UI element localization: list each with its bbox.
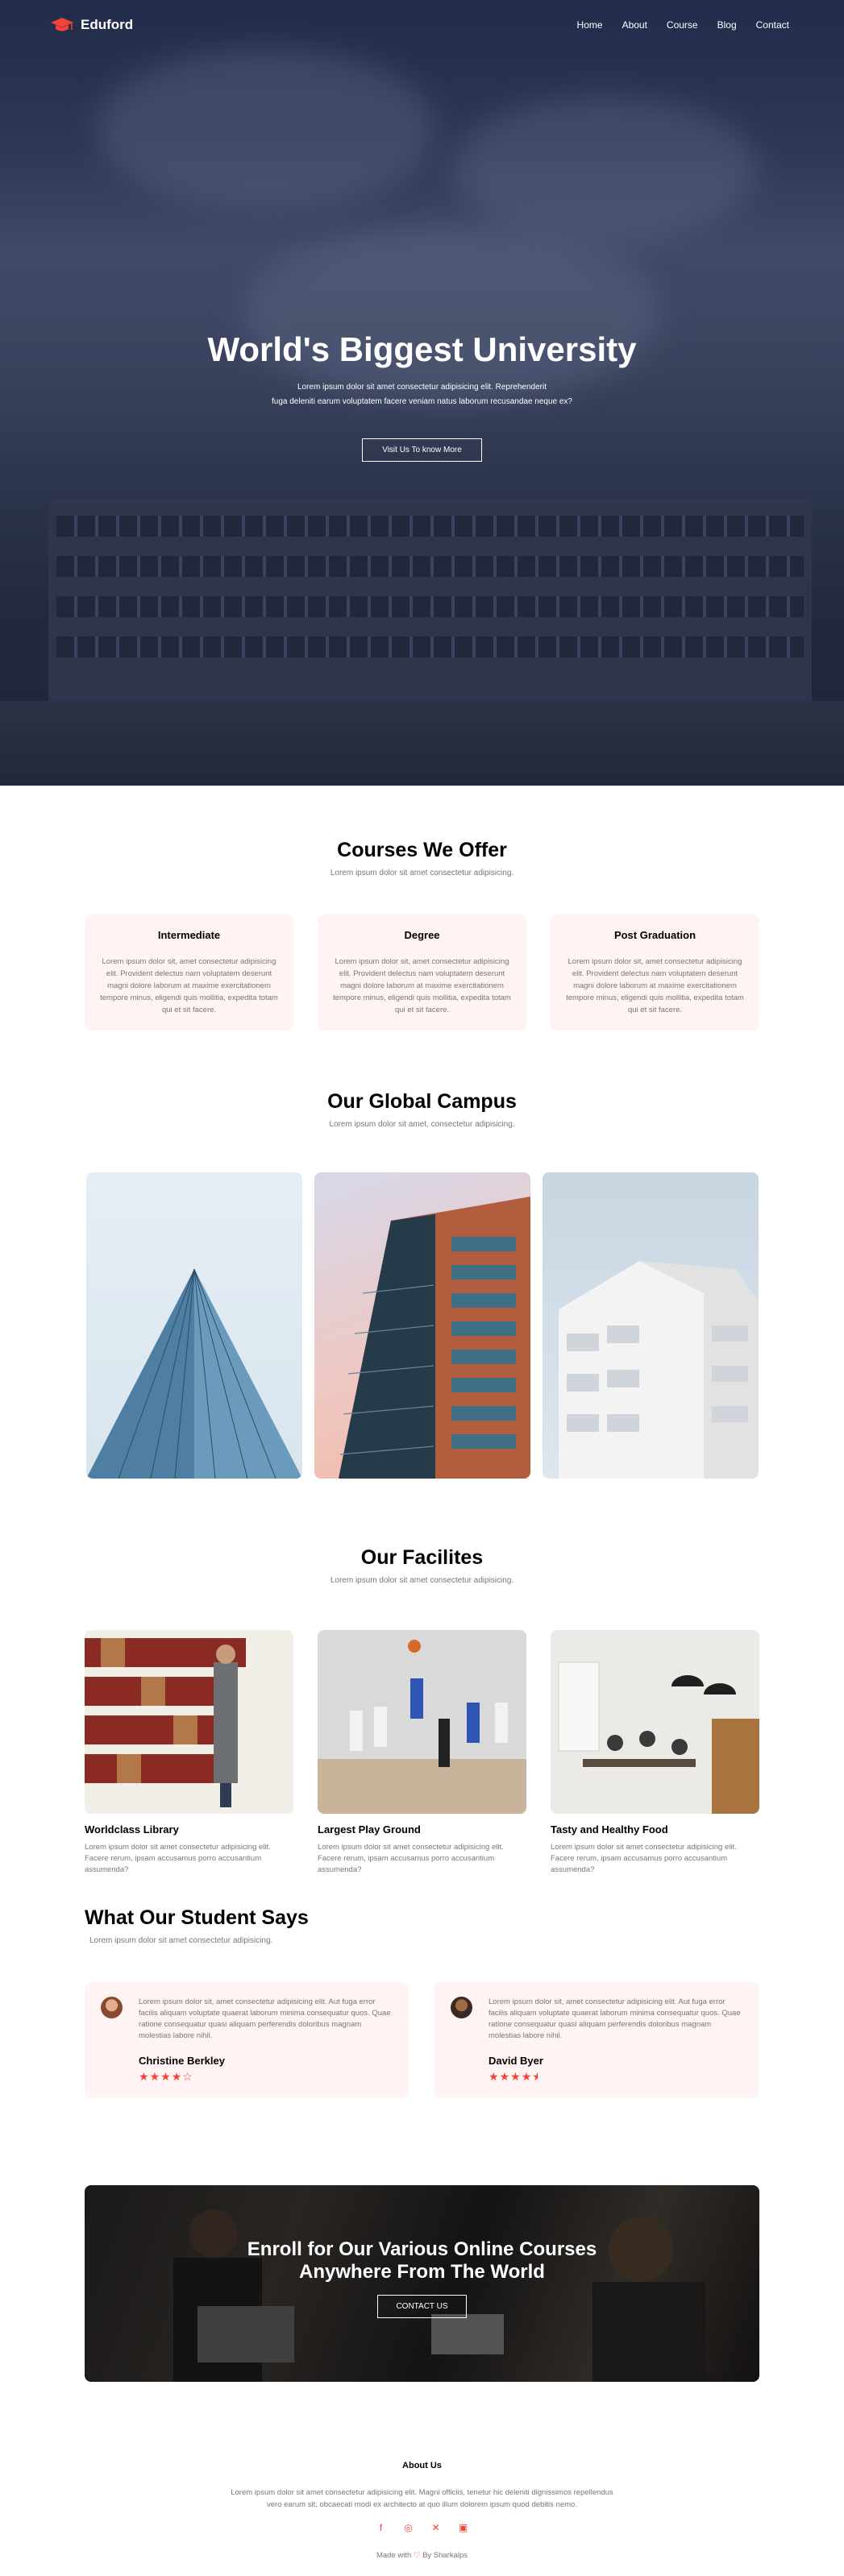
- hero-title: World's Biggest University: [207, 330, 637, 368]
- campus-title: Our Global Campus: [327, 1090, 517, 1113]
- testimonial-card: Lorem ipsum dolor sit, amet consectetur …: [85, 1982, 409, 2098]
- facility-text: Lorem ipsum dolor sit amet consectetur a…: [551, 1843, 737, 1874]
- courses-subtitle: Lorem ipsum dolor sit amet consectetur a…: [330, 869, 514, 877]
- nav-home[interactable]: Home: [577, 19, 603, 31]
- course-card-text: Lorem ipsum dolor sit, amet consectetur …: [566, 957, 744, 1014]
- footer: About Us Lorem ipsum dolor sit amet cons…: [0, 2382, 844, 2576]
- testimonial-name: Christine Berkley: [139, 2055, 225, 2067]
- course-card[interactable]: Degree Lorem ipsum dolor sit, amet conse…: [318, 915, 526, 1031]
- facilities-title: Our Facilites: [360, 1546, 484, 1569]
- cta-line-1: Enroll for Our Various Online Courses: [247, 2238, 597, 2260]
- campus-subtitle: Lorem ipsum dolor sit amet, consectetur …: [329, 1120, 515, 1129]
- hero: Eduford Home About Course Blog Contact W…: [0, 0, 844, 786]
- cta-line-2: Anywhere From The World: [299, 2261, 545, 2283]
- campus-image[interactable]: [542, 1172, 759, 1479]
- testimonial-text: Lorem ipsum dolor sit, amet consectetur …: [489, 1997, 741, 2040]
- facebook-icon[interactable]: f: [376, 2522, 387, 2533]
- star-half-icon: ★: [532, 2070, 538, 2084]
- testimonials-subtitle: Lorem ipsum dolor sit amet consectetur a…: [89, 1936, 273, 1945]
- facility-text: Lorem ipsum dolor sit amet consectetur a…: [85, 1843, 271, 1874]
- rating-stars: ★★★★☆: [139, 2070, 393, 2084]
- star-icon: ★: [499, 2070, 511, 2083]
- testimonial-text: Lorem ipsum dolor sit, amet consectetur …: [139, 1997, 391, 2040]
- footer-title: About Us: [402, 2461, 442, 2470]
- nav-contact[interactable]: Contact: [756, 19, 789, 31]
- star-icon: ★: [149, 2070, 161, 2083]
- star-icon: ★: [171, 2070, 183, 2083]
- testimonial-card: Lorem ipsum dolor sit, amet consectetur …: [434, 1982, 759, 2098]
- rating-stars: ★★★★★: [489, 2070, 742, 2084]
- campus-section: Our Global Campus Lorem ipsum dolor sit …: [0, 1031, 844, 1479]
- graduation-cap-icon: [50, 16, 74, 34]
- nav-blog[interactable]: Blog: [717, 19, 737, 31]
- hero-line-1: Lorem ipsum dolor sit amet consectetur a…: [297, 383, 547, 392]
- instagram-icon[interactable]: ◎: [403, 2522, 414, 2533]
- heart-icon: ♡: [413, 2551, 421, 2560]
- facility-title: Worldclass Library: [85, 1823, 179, 1836]
- hero-line-2: fuga deleniti earum voluptatem facere ve…: [271, 397, 572, 406]
- cta-banner: Enroll for Our Various Online Courses An…: [85, 2185, 759, 2382]
- made-prefix: Made with: [376, 2551, 412, 2560]
- course-card-text: Lorem ipsum dolor sit, amet consectetur …: [333, 957, 511, 1014]
- course-card-title: Intermediate: [157, 929, 221, 941]
- made-with-text: Made with ♡ By Sharkalps: [0, 2551, 844, 2560]
- star-icon: ★: [521, 2070, 533, 2083]
- course-card[interactable]: Post Graduation Lorem ipsum dolor sit, a…: [551, 915, 759, 1031]
- facility-title: Largest Play Ground: [318, 1823, 421, 1836]
- brand-name: Eduford: [81, 17, 134, 32]
- courses-title: Courses We Offer: [337, 839, 507, 861]
- course-card-title: Post Graduation: [613, 929, 696, 941]
- avatar: [451, 1997, 472, 2018]
- course-card[interactable]: Intermediate Lorem ipsum dolor sit, amet…: [85, 915, 293, 1031]
- testimonials-section: What Our Student Says Lorem ipsum dolor …: [0, 1876, 844, 2098]
- facilities-subtitle: Lorem ipsum dolor sit amet consectetur a…: [330, 1576, 514, 1585]
- star-icon: ★: [160, 2070, 172, 2083]
- cafeteria-photo: [551, 1630, 759, 1814]
- facility-card[interactable]: Worldclass Library Lorem ipsum dolor sit…: [85, 1630, 293, 1876]
- course-card-title: Degree: [404, 929, 440, 941]
- top-nav: Eduford Home About Course Blog Contact: [50, 16, 789, 34]
- footer-text-2: vero earum sit, obcaecati modi ex archit…: [267, 2500, 577, 2509]
- nav-course[interactable]: Course: [667, 19, 698, 31]
- x-icon[interactable]: ✕: [430, 2522, 442, 2533]
- playground-photo: [318, 1630, 526, 1814]
- star-outline-icon: ☆: [182, 2070, 193, 2083]
- campus-image[interactable]: [314, 1172, 530, 1479]
- logo[interactable]: Eduford: [50, 16, 133, 34]
- campus-image[interactable]: [85, 1172, 302, 1479]
- visit-us-button[interactable]: Visit Us To know More: [362, 438, 482, 462]
- facility-card[interactable]: Tasty and Healthy Food Lorem ipsum dolor…: [551, 1630, 759, 1876]
- facilities-section: Our Facilites Lorem ipsum dolor sit amet…: [0, 1479, 844, 1876]
- contact-us-button[interactable]: CONTACT US: [377, 2295, 467, 2318]
- avatar: [101, 1997, 123, 2018]
- footer-text-1: Lorem ipsum dolor sit amet consectetur a…: [231, 2488, 613, 2497]
- testimonials-title: What Our Student Says: [85, 1906, 309, 1929]
- star-icon: ★: [489, 2070, 500, 2083]
- facility-title: Tasty and Healthy Food: [551, 1823, 668, 1836]
- made-suffix: By Sharkalps: [422, 2551, 468, 2560]
- star-icon: ★: [510, 2070, 522, 2083]
- linkedin-icon[interactable]: ▣: [458, 2522, 469, 2533]
- facility-text: Lorem ipsum dolor sit amet consectetur a…: [318, 1843, 504, 1874]
- nav-about[interactable]: About: [622, 19, 647, 31]
- star-icon: ★: [139, 2070, 150, 2083]
- course-card-text: Lorem ipsum dolor sit, amet consectetur …: [100, 957, 278, 1014]
- library-photo: [85, 1630, 293, 1814]
- testimonial-name: David Byer: [489, 2055, 543, 2067]
- courses-section: Courses We Offer Lorem ipsum dolor sit a…: [0, 786, 844, 1031]
- facility-card[interactable]: Largest Play Ground Lorem ipsum dolor si…: [318, 1630, 526, 1876]
